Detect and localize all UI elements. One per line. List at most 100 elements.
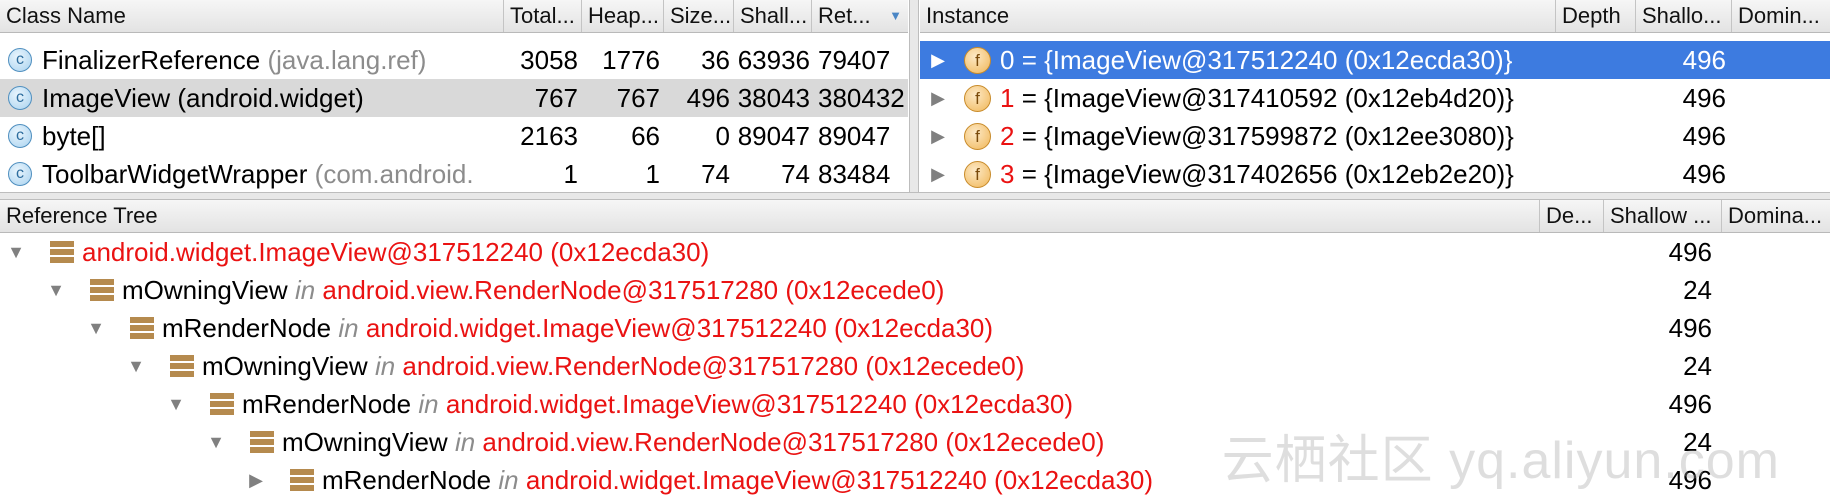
field-f-icon: f [964,161,991,188]
stack-icon [250,431,274,453]
class-name: FinalizerReference [42,45,261,75]
retained-value: 79407 [818,45,891,75]
column-shallow[interactable]: Shallow ... [1604,200,1722,232]
column-retained[interactable]: Ret... ▼ [812,0,908,32]
expanded-arrow-icon[interactable]: ▼ [44,271,68,309]
instance-shallow: 496 [1682,121,1726,151]
instance-value: = {ImageView@317599872 (0x12ee3080)} [1021,121,1514,151]
tree-in: in [418,389,439,419]
stack-icon [90,279,114,301]
column-heap[interactable]: Heap... [582,0,664,32]
size-value: 0 [715,121,730,151]
column-depth[interactable]: De... [1540,200,1604,232]
total-count: 767 [534,83,578,113]
tree-field: mOwningView [202,351,368,381]
column-class-name[interactable]: Class Name [0,0,504,32]
expanded-arrow-icon[interactable]: ▼ [84,309,108,347]
heap-count: 66 [631,121,660,151]
field-f-icon: f [964,85,991,112]
class-row[interactable]: c ToolbarWidgetWrapper (com.android. 1 1… [0,155,908,192]
instance-value: = {ImageView@317512240 (0x12ecda30)} [1021,45,1513,75]
tree-field: mRenderNode [242,389,412,419]
size-value: 74 [701,159,730,189]
expanded-arrow-icon[interactable]: ▼ [204,423,228,461]
class-name-cell: ImageView (android.widget) [42,79,502,117]
instance-label: 2 = {ImageView@317599872 (0x12ee3080)} [1000,117,1556,155]
column-dominator[interactable]: Domin... [1732,0,1830,32]
column-reference-tree[interactable]: Reference Tree [0,200,1540,232]
instance-value: = {ImageView@317402656 (0x12eb2e20)} [1021,159,1514,189]
heap-count: 1776 [602,45,660,75]
shallow-value: 63936 [737,45,810,75]
instance-index: 0 [1000,45,1015,75]
horizontal-splitter[interactable] [0,192,1830,200]
tree-target: android.view.RenderNode@317517280 (0x12e… [322,275,945,305]
tree-row-root[interactable]: ▼ android.widget.ImageView@317512240 (0x… [0,233,1830,271]
expanded-arrow-icon[interactable]: ▼ [164,385,188,423]
tree-row[interactable]: ▼ mOwningView in android.view.RenderNode… [0,347,1830,385]
class-c-icon: c [8,162,32,186]
tree-row[interactable]: ▼ mRenderNode in android.widget.ImageVie… [0,309,1830,347]
instance-index: 1 [1000,83,1015,113]
column-retained-label: Ret... [818,3,871,28]
tree-label: mRenderNode in android.widget.ImageView@… [162,309,1522,347]
instance-row[interactable]: ▶ f 3 = {ImageView@317402656 (0x12eb2e20… [920,155,1830,192]
size-value: 36 [701,45,730,75]
class-row[interactable]: c FinalizerReference (java.lang.ref) 305… [0,41,908,79]
class-row[interactable]: c byte[] 2163 66 0 89047 89047 [0,117,908,155]
shallow-value: 74 [781,159,810,189]
shallow-value: 38043 [737,83,810,113]
collapsed-arrow-icon[interactable]: ▶ [926,155,950,192]
heap-count: 1 [645,159,660,189]
collapsed-arrow-icon[interactable]: ▶ [244,461,268,496]
instance-row[interactable]: ▶ f 2 = {ImageView@317599872 (0x12ee3080… [920,117,1830,155]
sort-desc-icon[interactable]: ▼ [889,0,902,32]
heap-count: 767 [616,83,660,113]
instance-label: 3 = {ImageView@317402656 (0x12eb2e20)} [1000,155,1556,192]
column-shallow[interactable]: Shall... [734,0,812,32]
tree-in: in [454,427,476,457]
tree-label: mOwningView in android.view.RenderNode@3… [202,347,1522,385]
tree-target: android.view.RenderNode@317517280 (0x12e… [482,427,1105,457]
shallow-value: 89047 [737,121,810,151]
instance-row-selected[interactable]: ▶ f 0 = {ImageView@317512240 (0x12ecda30… [920,41,1830,79]
total-count: 3058 [520,45,578,75]
tree-target: android.widget.ImageView@317512240 (0x12… [365,313,994,343]
instance-table: Instance Depth Shallo... Domin... ▶ f 0 … [920,0,1830,192]
expanded-arrow-icon[interactable]: ▼ [4,233,28,271]
tree-shallow: 496 [1668,313,1712,343]
total-count: 1 [563,159,578,189]
vertical-splitter[interactable] [909,0,919,192]
tree-target: android.view.RenderNode@317517280 (0x12e… [402,351,1025,381]
instance-label: 1 = {ImageView@317410592 (0x12eb4d20)} [1000,79,1556,117]
instance-row[interactable]: ▶ f 1 = {ImageView@317410592 (0x12eb4d20… [920,79,1830,117]
tree-row[interactable]: ▼ mOwningView in android.view.RenderNode… [0,271,1830,309]
column-size[interactable]: Size... [664,0,734,32]
tree-target: android.widget.ImageView@317512240 (0x12… [82,237,710,267]
column-depth[interactable]: Depth [1556,0,1636,32]
instance-table-header: Instance Depth Shallo... Domin... [920,0,1830,33]
tree-field: mRenderNode [162,313,332,343]
column-total[interactable]: Total... [504,0,582,32]
instance-shallow: 496 [1682,83,1726,113]
class-row-selected[interactable]: c ImageView (android.widget) 767 767 496… [0,79,908,117]
stack-icon [290,469,314,491]
expanded-arrow-icon[interactable]: ▼ [124,347,148,385]
collapsed-arrow-icon[interactable]: ▶ [926,117,950,155]
class-name-cell: ToolbarWidgetWrapper (com.android. [42,155,502,192]
column-dominator[interactable]: Domina... [1722,200,1830,232]
stack-icon [50,241,74,263]
column-shallow[interactable]: Shallo... [1636,0,1732,32]
instance-index: 3 [1000,159,1015,189]
reference-tree-header: Reference Tree De... Shallow ... Domina.… [0,200,1830,233]
collapsed-arrow-icon[interactable]: ▶ [926,41,950,79]
class-name: ImageView [42,83,171,113]
column-instance[interactable]: Instance [920,0,1556,32]
tree-in: in [498,465,519,495]
field-f-icon: f [964,47,991,74]
collapsed-arrow-icon[interactable]: ▶ [926,79,950,117]
tree-field: mOwningView [122,275,288,305]
stack-icon [210,393,234,415]
class-table: Class Name Total... Heap... Size... Shal… [0,0,908,192]
retained-value: 89047 [818,121,891,151]
